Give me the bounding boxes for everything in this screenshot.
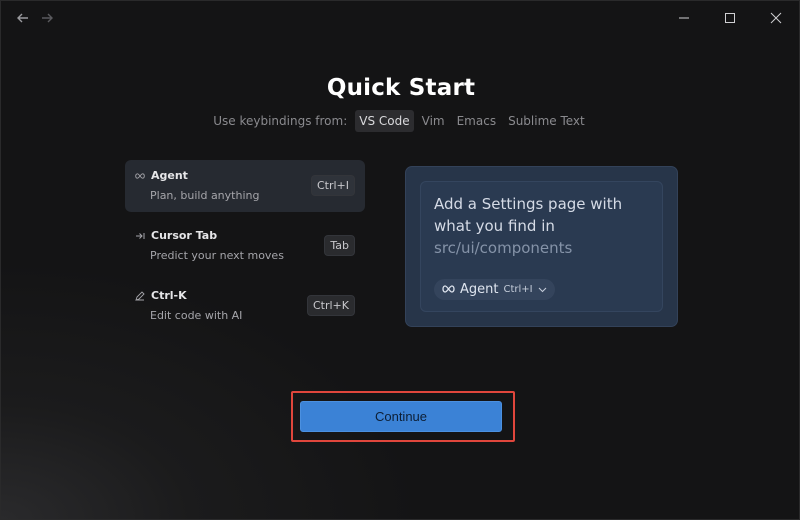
prompt-text-main: Add a Settings page with what you find i… xyxy=(434,195,623,235)
page-title: Quick Start xyxy=(326,75,476,101)
keybindings-selector: Use keybindings from: VS Code Vim Emacs … xyxy=(1,110,799,132)
quick-start-window: Quick Start Use keybindings from: VS Cod… xyxy=(0,0,800,520)
feature-title: Ctrl-K xyxy=(151,289,187,302)
forward-arrow-icon[interactable] xyxy=(39,10,55,26)
back-arrow-icon[interactable] xyxy=(15,10,31,26)
shortcut-badge: Ctrl+K xyxy=(306,295,355,316)
prompt-path: src/ui/components xyxy=(434,239,573,257)
tab-arrow-icon xyxy=(135,231,145,241)
keybinding-option-sublime[interactable]: Sublime Text xyxy=(504,110,589,132)
close-icon[interactable] xyxy=(753,1,799,35)
keybinding-option-vscode[interactable]: VS Code xyxy=(355,110,414,132)
window-controls xyxy=(661,1,799,35)
shortcut-badge: Tab xyxy=(324,235,355,256)
mode-shortcut: Ctrl+I xyxy=(503,284,533,295)
feature-item-agent[interactable]: Agent Plan, build anything Ctrl+I xyxy=(125,160,365,212)
minimize-icon[interactable] xyxy=(661,1,707,35)
agent-mode-pill[interactable]: Agent Ctrl+I xyxy=(434,279,555,300)
feature-item-ctrl-k[interactable]: Ctrl-K Edit code with AI Ctrl+K xyxy=(125,280,365,332)
keybinding-option-vim[interactable]: Vim xyxy=(418,110,449,132)
keybinding-option-emacs[interactable]: Emacs xyxy=(453,110,500,132)
feature-title: Cursor Tab xyxy=(151,229,218,242)
infinity-icon xyxy=(135,171,145,181)
feature-item-cursor-tab[interactable]: Cursor Tab Predict your next moves Tab xyxy=(125,220,365,272)
keybindings-label: Use keybindings from: xyxy=(213,114,348,128)
maximize-icon[interactable] xyxy=(707,1,753,35)
infinity-icon xyxy=(442,282,455,297)
nav-arrows xyxy=(15,10,55,26)
prompt-box: Add a Settings page with what you find i… xyxy=(420,181,663,312)
continue-button[interactable]: Continue xyxy=(300,401,502,432)
prompt-text: Add a Settings page with what you find i… xyxy=(434,193,649,259)
feature-preview-card: Add a Settings page with what you find i… xyxy=(405,166,678,327)
feature-title: Agent xyxy=(151,169,188,182)
chevron-down-icon xyxy=(538,282,547,297)
mode-label: Agent xyxy=(460,282,499,297)
pencil-icon xyxy=(135,290,145,301)
shortcut-badge: Ctrl+I xyxy=(310,175,355,196)
feature-list: Agent Plan, build anything Ctrl+I Cursor… xyxy=(125,160,365,340)
